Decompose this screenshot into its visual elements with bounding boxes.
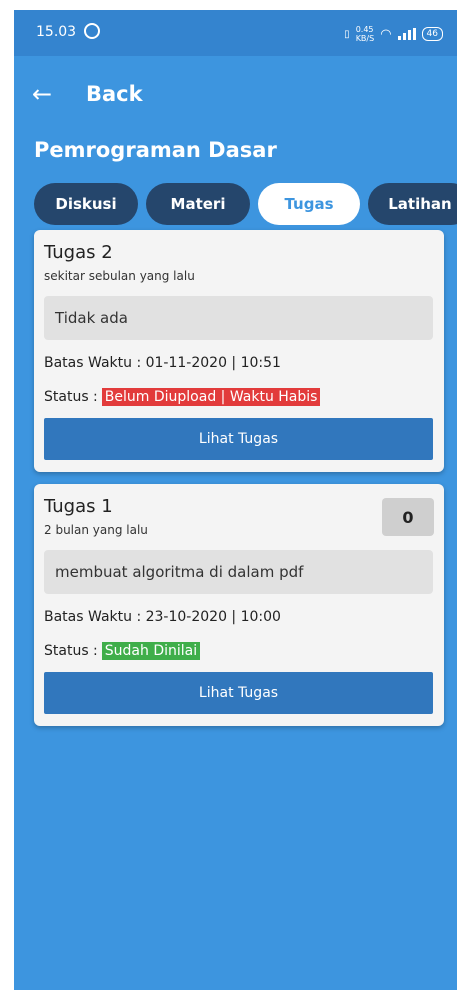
wifi-icon: ◠ [380,26,392,42]
signal-icon [397,28,416,40]
tab-latihan[interactable]: Latihan [368,183,457,225]
battery-icon: 46 [421,27,443,41]
status-badge: Belum Diupload | Waktu Habis [101,388,321,406]
view-assignment-button[interactable]: Lihat Tugas [44,418,433,460]
app-screen: 15.03 ▯ 0.45 KB/S ◠ 46 ← Back Pemrograma… [14,10,457,990]
back-arrow-icon[interactable]: ← [32,80,72,108]
view-assignment-button[interactable]: Lihat Tugas [44,672,433,714]
vibrate-icon: ▯ [344,28,350,40]
net-speed: 0.45 KB/S [356,25,375,43]
status-time: 15.03 [36,24,77,40]
assignment-description: membuat algoritma di dalam pdf [44,550,433,594]
assignment-card: Tugas 2 sekitar sebulan yang lalu Tidak … [34,230,444,472]
tab-tugas[interactable]: Tugas [258,183,360,225]
back-button[interactable]: ← Back [32,80,143,108]
page-title: Pemrograman Dasar [34,138,277,162]
assignment-title: Tugas 2 [44,242,113,263]
status-icons: ▯ 0.45 KB/S ◠ 46 [344,25,443,43]
assignment-time: 2 bulan yang lalu [44,523,148,537]
assignment-status-row: Status : Belum Diupload | Waktu Habis [44,388,321,406]
assignment-deadline: Batas Waktu : 01-11-2020 | 10:51 [44,355,281,371]
assignment-time: sekitar sebulan yang lalu [44,269,195,283]
score-badge: 0 [382,498,434,536]
tab-diskusi[interactable]: Diskusi [34,183,138,225]
status-label: Status : [44,643,98,659]
tab-materi[interactable]: Materi [146,183,250,225]
whatsapp-icon [84,23,100,39]
back-label[interactable]: Back [86,82,143,106]
status-label: Status : [44,389,98,405]
net-speed-unit: KB/S [355,34,375,43]
assignment-description: Tidak ada [44,296,433,340]
assignment-card: Tugas 1 2 bulan yang lalu 0 membuat algo… [34,484,444,726]
assignment-deadline: Batas Waktu : 23-10-2020 | 10:00 [44,609,281,625]
net-speed-value: 0.45 [355,25,374,34]
assignment-status-row: Status : Sudah Dinilai [44,642,201,660]
assignment-title: Tugas 1 [44,496,113,517]
status-badge: Sudah Dinilai [101,642,201,660]
tab-bar: Diskusi Materi Tugas Latihan [34,183,457,225]
status-bar: 15.03 ▯ 0.45 KB/S ◠ 46 [14,10,457,56]
